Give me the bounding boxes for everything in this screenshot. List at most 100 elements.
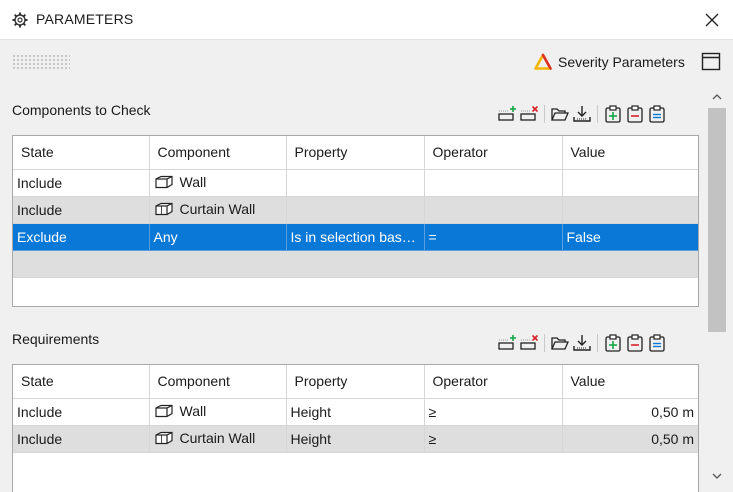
cell-operator[interactable]: = bbox=[424, 223, 563, 251]
import-icon bbox=[573, 335, 591, 351]
import-button[interactable] bbox=[571, 103, 593, 125]
scrollbar-thumb[interactable] bbox=[708, 108, 726, 332]
toolbar-separator bbox=[597, 334, 598, 352]
curtain-wall-icon bbox=[154, 431, 173, 444]
clipboard-remove-button[interactable] bbox=[624, 103, 646, 125]
column-header-property[interactable]: Property bbox=[286, 136, 425, 170]
column-header-component[interactable]: Component bbox=[149, 136, 287, 170]
table-row[interactable]: Include Curtain Wall bbox=[13, 196, 698, 224]
cell-operator[interactable] bbox=[424, 169, 563, 197]
cell-operator[interactable] bbox=[424, 196, 563, 224]
window-title: PARAMETERS bbox=[36, 11, 134, 27]
clipboard-remove-icon bbox=[627, 334, 643, 352]
cell-property[interactable]: Height bbox=[286, 425, 425, 453]
curtain-wall-icon bbox=[154, 202, 173, 215]
toolbar-separator bbox=[597, 105, 598, 123]
clipboard-add-icon bbox=[605, 334, 621, 352]
remove-row-icon bbox=[520, 334, 539, 350]
open-folder-icon bbox=[551, 337, 569, 350]
component-name: Wall bbox=[179, 173, 207, 190]
remove-row-icon bbox=[520, 105, 539, 121]
column-header-value[interactable]: Value bbox=[562, 365, 698, 399]
clipboard-add-button[interactable] bbox=[602, 103, 624, 125]
import-button[interactable] bbox=[571, 332, 593, 354]
open-folder-icon bbox=[551, 108, 569, 121]
vertical-scrollbar[interactable] bbox=[707, 86, 727, 488]
cell-property[interactable] bbox=[286, 196, 425, 224]
grid-header-row: State Component Property Operator Value bbox=[13, 136, 698, 170]
component-name: Curtain Wall bbox=[179, 200, 256, 217]
warning-triangle-icon bbox=[534, 53, 552, 70]
column-header-state[interactable]: State bbox=[13, 365, 150, 399]
cell-value[interactable] bbox=[562, 169, 698, 197]
new-row-placeholder[interactable] bbox=[13, 250, 698, 278]
cell-operator[interactable]: ≥ bbox=[424, 425, 563, 453]
close-icon[interactable] bbox=[702, 10, 722, 30]
column-header-value[interactable]: Value bbox=[562, 136, 698, 170]
cell-value[interactable] bbox=[562, 196, 698, 224]
severity-parameters-button[interactable]: Severity Parameters bbox=[534, 50, 685, 74]
requirements-toolbar bbox=[496, 332, 668, 354]
requirements-grid: State Component Property Operator Value … bbox=[12, 364, 699, 492]
clipboard-add-button[interactable] bbox=[602, 332, 624, 354]
cell-component[interactable]: Wall bbox=[149, 169, 287, 197]
cell-state[interactable]: Include bbox=[13, 169, 150, 197]
open-folder-button[interactable] bbox=[549, 332, 571, 354]
cell-state[interactable]: Include bbox=[13, 398, 150, 426]
cell-value[interactable]: 0,50 m bbox=[562, 425, 698, 453]
cell-component[interactable]: Wall bbox=[149, 398, 287, 426]
cell-operator[interactable]: ≥ bbox=[424, 398, 563, 426]
column-header-property[interactable]: Property bbox=[286, 365, 425, 399]
table-row[interactable]: Include Wall Height ≥ 0,50 m bbox=[13, 398, 698, 426]
add-row-icon bbox=[498, 335, 516, 350]
open-folder-button[interactable] bbox=[549, 103, 571, 125]
drag-grip[interactable] bbox=[12, 54, 70, 70]
cell-value[interactable]: 0,50 m bbox=[562, 398, 698, 426]
wall-icon bbox=[154, 404, 173, 417]
remove-row-button[interactable] bbox=[518, 103, 540, 125]
clipboard-list-button[interactable] bbox=[646, 332, 668, 354]
table-row[interactable]: Include Curtain Wall Height ≥ 0,50 m bbox=[13, 425, 698, 453]
cell-component[interactable]: Any bbox=[149, 223, 287, 251]
import-icon bbox=[573, 106, 591, 122]
cell-property[interactable]: Height bbox=[286, 398, 425, 426]
cell-value[interactable]: False bbox=[562, 223, 698, 251]
wall-icon bbox=[154, 175, 173, 188]
component-name: Wall bbox=[179, 402, 207, 419]
column-header-operator[interactable]: Operator bbox=[424, 136, 563, 170]
severity-parameters-label: Severity Parameters bbox=[558, 54, 685, 70]
clipboard-list-icon bbox=[649, 334, 665, 352]
table-row-selected[interactable]: Exclude Any Is in selection bask... = Fa… bbox=[13, 223, 698, 251]
clipboard-list-button[interactable] bbox=[646, 103, 668, 125]
component-name: Curtain Wall bbox=[179, 429, 256, 446]
add-row-button[interactable] bbox=[496, 103, 518, 125]
remove-row-button[interactable] bbox=[518, 332, 540, 354]
components-toolbar bbox=[496, 103, 668, 125]
column-header-state[interactable]: State bbox=[13, 136, 150, 170]
components-grid: State Component Property Operator Value … bbox=[12, 135, 699, 307]
cell-state[interactable]: Include bbox=[13, 425, 150, 453]
table-row[interactable]: Include Wall bbox=[13, 169, 698, 197]
add-row-icon bbox=[498, 106, 516, 121]
cell-state[interactable]: Include bbox=[13, 196, 150, 224]
cell-state[interactable]: Exclude bbox=[13, 223, 150, 251]
clipboard-add-icon bbox=[605, 105, 621, 123]
title-bar: PARAMETERS bbox=[0, 0, 733, 40]
cell-component[interactable]: Curtain Wall bbox=[149, 196, 287, 224]
requirements-label: Requirements bbox=[12, 331, 100, 347]
column-header-component[interactable]: Component bbox=[149, 365, 287, 399]
window-restore-icon[interactable] bbox=[701, 52, 721, 71]
clipboard-remove-button[interactable] bbox=[624, 332, 646, 354]
grid-header-row: State Component Property Operator Value bbox=[13, 365, 698, 399]
scroll-up-icon[interactable] bbox=[711, 91, 723, 103]
components-to-check-label: Components to Check bbox=[12, 102, 151, 118]
cell-component[interactable]: Curtain Wall bbox=[149, 425, 287, 453]
scroll-down-icon[interactable] bbox=[711, 470, 723, 482]
add-row-button[interactable] bbox=[496, 332, 518, 354]
column-header-operator[interactable]: Operator bbox=[424, 365, 563, 399]
clipboard-list-icon bbox=[649, 105, 665, 123]
clipboard-remove-icon bbox=[627, 105, 643, 123]
cell-property[interactable]: Is in selection bask... bbox=[286, 223, 425, 251]
cell-property[interactable] bbox=[286, 169, 425, 197]
toolbar-separator bbox=[544, 105, 545, 123]
